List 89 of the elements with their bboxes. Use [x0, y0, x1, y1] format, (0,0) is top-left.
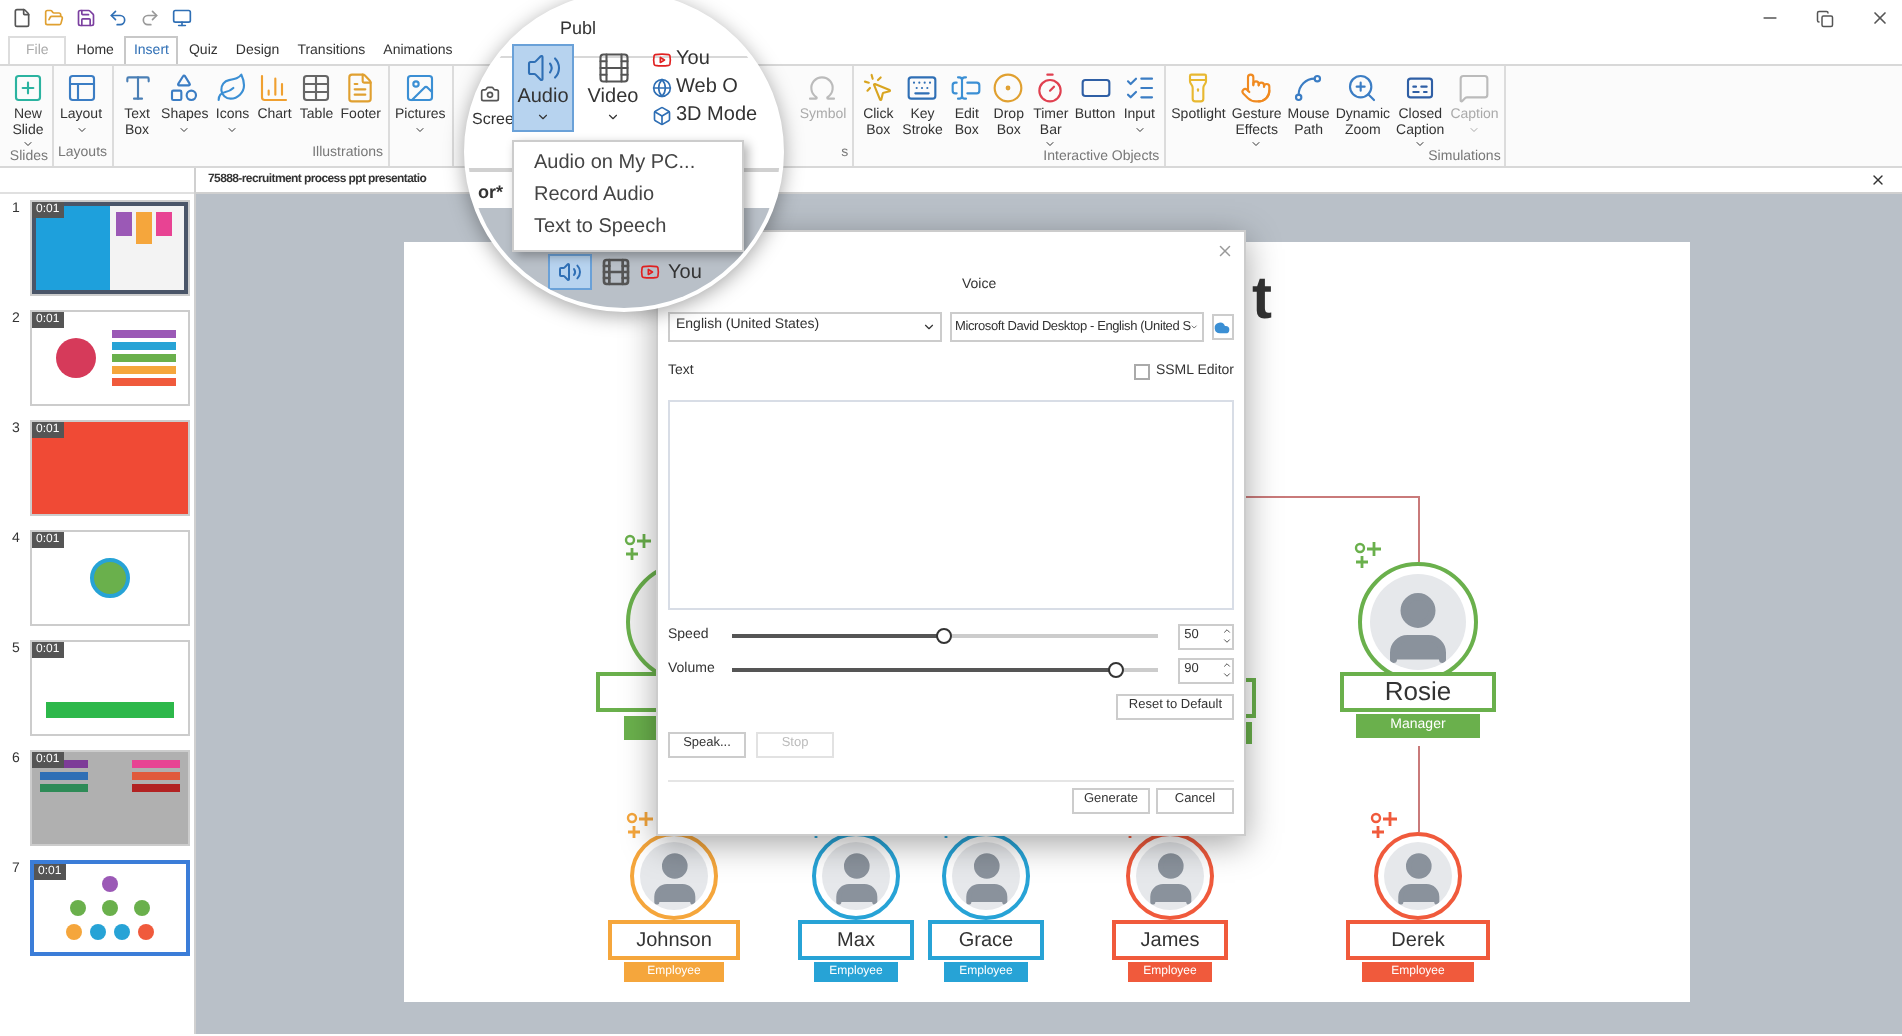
name-box: Derek	[1346, 920, 1490, 960]
caret-icon	[1468, 124, 1481, 136]
cloud-button[interactable]	[1211, 314, 1234, 340]
sparkle-icon	[1354, 542, 1386, 570]
curve-path-icon	[1292, 72, 1325, 104]
captions-icon	[1404, 72, 1437, 104]
video-play-icon	[652, 50, 672, 70]
plus-square-icon	[12, 72, 44, 104]
bar-chart-icon	[258, 72, 291, 104]
slide-title: t	[1252, 264, 1272, 336]
text-field-icon	[950, 72, 983, 104]
caret-icon	[536, 110, 550, 124]
cube-icon	[652, 106, 672, 126]
monitor-icon[interactable]	[172, 8, 192, 28]
sparkle-icon	[624, 534, 656, 562]
slider-thumb[interactable]	[936, 628, 953, 644]
caret-icon	[1414, 138, 1427, 150]
ribbon-link[interactable]: You	[676, 48, 710, 72]
document-tab[interactable]: or*	[478, 180, 504, 207]
name-box: Johnson	[608, 920, 740, 960]
checkbox[interactable]	[1133, 364, 1150, 381]
speaker-icon	[525, 50, 561, 86]
camera-icon	[480, 84, 500, 104]
close-icon[interactable]	[1870, 172, 1886, 188]
caret-icon	[22, 138, 34, 150]
spinner-up-icon[interactable]	[1222, 626, 1232, 636]
spinner-up-icon[interactable]	[1222, 660, 1232, 670]
spinner-down-icon[interactable]	[1222, 636, 1232, 646]
save-icon[interactable]	[76, 8, 96, 28]
banner-graphic	[46, 702, 174, 718]
speaker-icon	[548, 254, 592, 290]
ribbon-button[interactable]: Video	[582, 44, 644, 132]
caret-icon	[226, 124, 239, 136]
undo-icon[interactable]	[108, 8, 128, 28]
menu-item[interactable]: Audio on My PC...	[514, 148, 742, 180]
ribbon-button[interactable]: Audio	[512, 44, 574, 132]
circle-dot-icon	[992, 72, 1025, 104]
timer-icon	[1034, 72, 1067, 104]
shapes-icon	[168, 72, 201, 104]
speech-bubble-icon	[1458, 72, 1491, 104]
caret-icon	[1250, 138, 1263, 150]
mouse-pointer-icon	[862, 72, 895, 104]
video-play-icon	[640, 262, 660, 282]
caret-icon	[606, 110, 620, 124]
spinner-down-icon[interactable]	[1222, 670, 1232, 680]
leaf-icon	[216, 72, 249, 104]
redo-icon[interactable]	[140, 8, 160, 28]
connector-line	[1418, 746, 1420, 832]
cloud-icon	[1214, 319, 1231, 335]
ribbon-label: Scree	[472, 108, 514, 132]
new-file-icon[interactable]	[12, 8, 32, 28]
table-icon	[300, 72, 333, 104]
checklist-icon	[1123, 72, 1156, 104]
ribbon-tab[interactable]: Publ	[560, 18, 597, 40]
ribbon-link[interactable]: 3D Mode	[676, 104, 758, 128]
image-icon	[404, 72, 437, 104]
globe-icon	[652, 78, 672, 98]
caret-icon	[1133, 124, 1146, 136]
sparkle-icon	[626, 812, 658, 840]
film-icon	[595, 50, 631, 86]
keyboard-icon	[906, 72, 939, 104]
caret-icon	[414, 124, 427, 136]
ribbon-link[interactable]: You	[668, 257, 702, 287]
zoom-icon	[1346, 72, 1379, 104]
caret-icon	[75, 124, 88, 136]
text-input-area[interactable]	[668, 399, 1234, 609]
restore-icon[interactable]	[1816, 9, 1834, 27]
caret-icon	[178, 124, 191, 136]
name-box: Grace	[928, 920, 1044, 960]
caret-icon	[1190, 320, 1200, 334]
caret-icon	[1044, 138, 1057, 150]
layout-icon	[65, 72, 98, 104]
text-icon	[121, 72, 154, 104]
name-box: Max	[798, 920, 914, 960]
close-icon[interactable]	[1870, 8, 1890, 28]
menu-item[interactable]: Record Audio	[514, 180, 742, 212]
caret-icon	[921, 320, 936, 334]
ribbon-link[interactable]: Web O	[676, 76, 738, 100]
sparkle-icon	[1370, 812, 1402, 840]
pointer-hand-icon	[1240, 72, 1273, 104]
circle-graphic	[90, 558, 130, 598]
omega-icon	[806, 72, 839, 104]
document-icon	[344, 72, 377, 104]
slider-thumb[interactable]	[1107, 662, 1124, 678]
film-icon	[600, 256, 632, 288]
name-box: Rosie	[1340, 672, 1496, 712]
avatar-placeholder	[1370, 574, 1466, 670]
menu-item[interactable]: Text to Speech	[514, 212, 742, 244]
name-box: James	[1112, 920, 1228, 960]
